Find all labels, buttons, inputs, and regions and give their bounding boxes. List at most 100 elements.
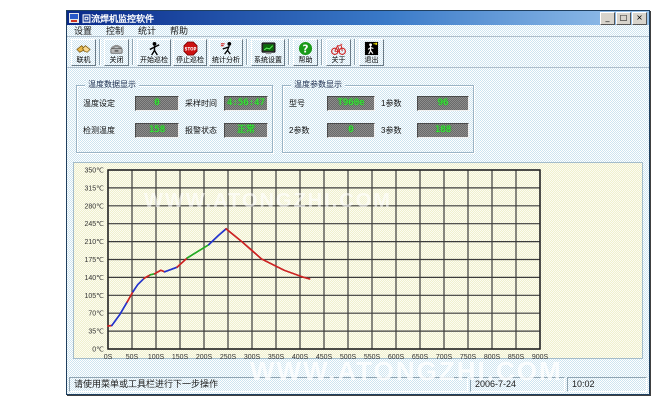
connect-button[interactable]: 联机	[71, 39, 96, 66]
question-icon: ?	[298, 41, 313, 56]
analyst-icon	[219, 41, 234, 56]
toolbar-separator	[246, 39, 248, 65]
toolbar: 联机 关闭 开始巡检 STOP 停止巡检	[67, 37, 649, 68]
y-tick-label: 70℃	[88, 311, 104, 318]
x-tick-label: 500S	[340, 354, 357, 360]
x-tick-label: 250S	[220, 354, 237, 360]
stats-analysis-button[interactable]: 统计分析	[209, 39, 243, 66]
toolbar-label: 关闭	[110, 57, 124, 65]
about-button[interactable]: 关于	[326, 39, 351, 66]
monitor-icon	[261, 41, 276, 56]
y-tick-label: 105℃	[84, 293, 104, 300]
desktop: { "window": { "title": "回流焊机监控软件", "cont…	[0, 0, 651, 405]
x-tick-label: 350S	[268, 354, 285, 360]
x-tick-label: 650S	[412, 354, 429, 360]
led-measured-temp: 158	[135, 123, 179, 138]
help-button[interactable]: ? 帮助	[293, 39, 318, 66]
led-alarm-status: 正常	[224, 123, 268, 138]
x-tick-label: 150S	[172, 354, 189, 360]
x-tick-label: 700S	[436, 354, 453, 360]
stop-patrol-button[interactable]: STOP 停止巡检	[173, 39, 207, 66]
profile-seg-12	[226, 229, 310, 279]
status-message: 请使用菜单或工具栏进行下一步操作	[69, 377, 468, 392]
x-tick-label: 850S	[508, 354, 525, 360]
field-label-sample-time: 采样时间	[185, 98, 218, 109]
window-title: 回流焊机监控软件	[82, 12, 599, 25]
y-tick-label: 210℃	[84, 239, 104, 246]
led-temp-setting: 0	[135, 96, 179, 111]
x-tick-label: 50S	[126, 354, 139, 360]
phone-icon	[109, 41, 124, 56]
profile-seg-11	[209, 229, 226, 245]
led-param1: 96	[417, 96, 469, 111]
handshake-icon	[76, 41, 91, 56]
x-tick-label: 900S	[532, 354, 549, 360]
field-label-alarm-status: 报警状态	[185, 125, 218, 136]
toolbar-separator	[354, 39, 356, 65]
x-tick-label: 550S	[364, 354, 381, 360]
x-tick-label: 400S	[292, 354, 309, 360]
system-settings-button[interactable]: 系统设置	[251, 39, 285, 66]
menu-help[interactable]: 帮助	[163, 25, 195, 37]
field-label-measured-temp: 检测温度	[83, 125, 129, 136]
temperature-profile-chart: 0S50S100S150S200S250S300S350S400S450S500…	[73, 162, 643, 359]
toolbar-separator	[132, 39, 134, 65]
x-tick-label: 300S	[244, 354, 261, 360]
x-tick-label: 450S	[316, 354, 333, 360]
panel-title: 温度数据显示	[85, 80, 139, 90]
toolbar-label: 统计分析	[212, 57, 240, 65]
profile-seg-4	[133, 278, 144, 291]
toolbar-separator	[99, 39, 101, 65]
statusbar: 请使用菜单或工具栏进行下一步操作 2006-7-24 10:02	[69, 377, 647, 392]
x-tick-label: 600S	[388, 354, 405, 360]
person-start-icon	[147, 41, 162, 56]
menu-settings[interactable]: 设置	[67, 25, 99, 37]
app-window: 回流焊机监控软件 _ □ × 设置 控制 统计 帮助 联机 关闭	[66, 10, 650, 395]
toolbar-label: 停止巡检	[176, 57, 204, 65]
status-time: 10:02	[567, 377, 647, 392]
restore-button[interactable]: □	[616, 12, 631, 25]
menubar: 设置 控制 统计 帮助	[67, 25, 649, 37]
led-model: T960e	[327, 96, 375, 111]
y-tick-label: 350℃	[84, 168, 104, 175]
minimize-button[interactable]: _	[600, 12, 615, 25]
exit-button[interactable]: 退出	[359, 39, 384, 66]
field-label-temp-setting: 温度设定	[83, 98, 129, 109]
close-button[interactable]: ×	[632, 12, 647, 25]
toolbar-label: 开始巡检	[140, 57, 168, 65]
svg-text:?: ?	[303, 43, 309, 55]
y-tick-label: 35℃	[88, 329, 104, 336]
temperature-data-panel: 温度数据显示 温度设定 0 采样时间 4:56:47 检测温度 158 报警状态…	[76, 85, 273, 153]
titlebar[interactable]: 回流焊机监控软件 _ □ ×	[67, 11, 649, 25]
toolbar-label: 帮助	[299, 57, 313, 65]
led-sample-time: 4:56:47	[224, 96, 268, 111]
exit-icon	[364, 41, 379, 56]
y-tick-label: 140℃	[84, 275, 104, 282]
bicycle-icon	[331, 41, 346, 56]
x-tick-label: 100S	[148, 354, 165, 360]
field-label-model: 型号	[289, 98, 321, 109]
toolbar-label: 退出	[365, 57, 379, 65]
y-tick-label: 315℃	[84, 185, 104, 192]
y-tick-label: 280℃	[84, 203, 104, 210]
field-label-param1: 1参数	[381, 98, 411, 109]
app-icon	[69, 13, 79, 23]
disconnect-button[interactable]: 关闭	[104, 39, 129, 66]
profile-seg-8	[165, 267, 177, 272]
start-patrol-button[interactable]: 开始巡检	[137, 39, 171, 66]
svg-text:STOP: STOP	[184, 46, 196, 51]
led-param3: 188	[417, 123, 469, 138]
y-tick-label: 0℃	[92, 347, 104, 354]
led-param2: 0	[327, 123, 375, 138]
status-date: 2006-7-24	[470, 377, 565, 392]
panel-title: 温度参数显示	[291, 80, 345, 90]
toolbar-separator	[321, 39, 323, 65]
profile-chart-svg: 0S50S100S150S200S250S300S350S400S450S500…	[74, 163, 644, 360]
menu-control[interactable]: 控制	[99, 25, 131, 37]
toolbar-label: 联机	[77, 57, 91, 65]
field-label-param3: 3参数	[381, 125, 411, 136]
x-tick-label: 200S	[196, 354, 213, 360]
y-tick-label: 245℃	[84, 221, 104, 228]
profile-seg-10	[187, 245, 209, 258]
menu-statistics[interactable]: 统计	[131, 25, 163, 37]
